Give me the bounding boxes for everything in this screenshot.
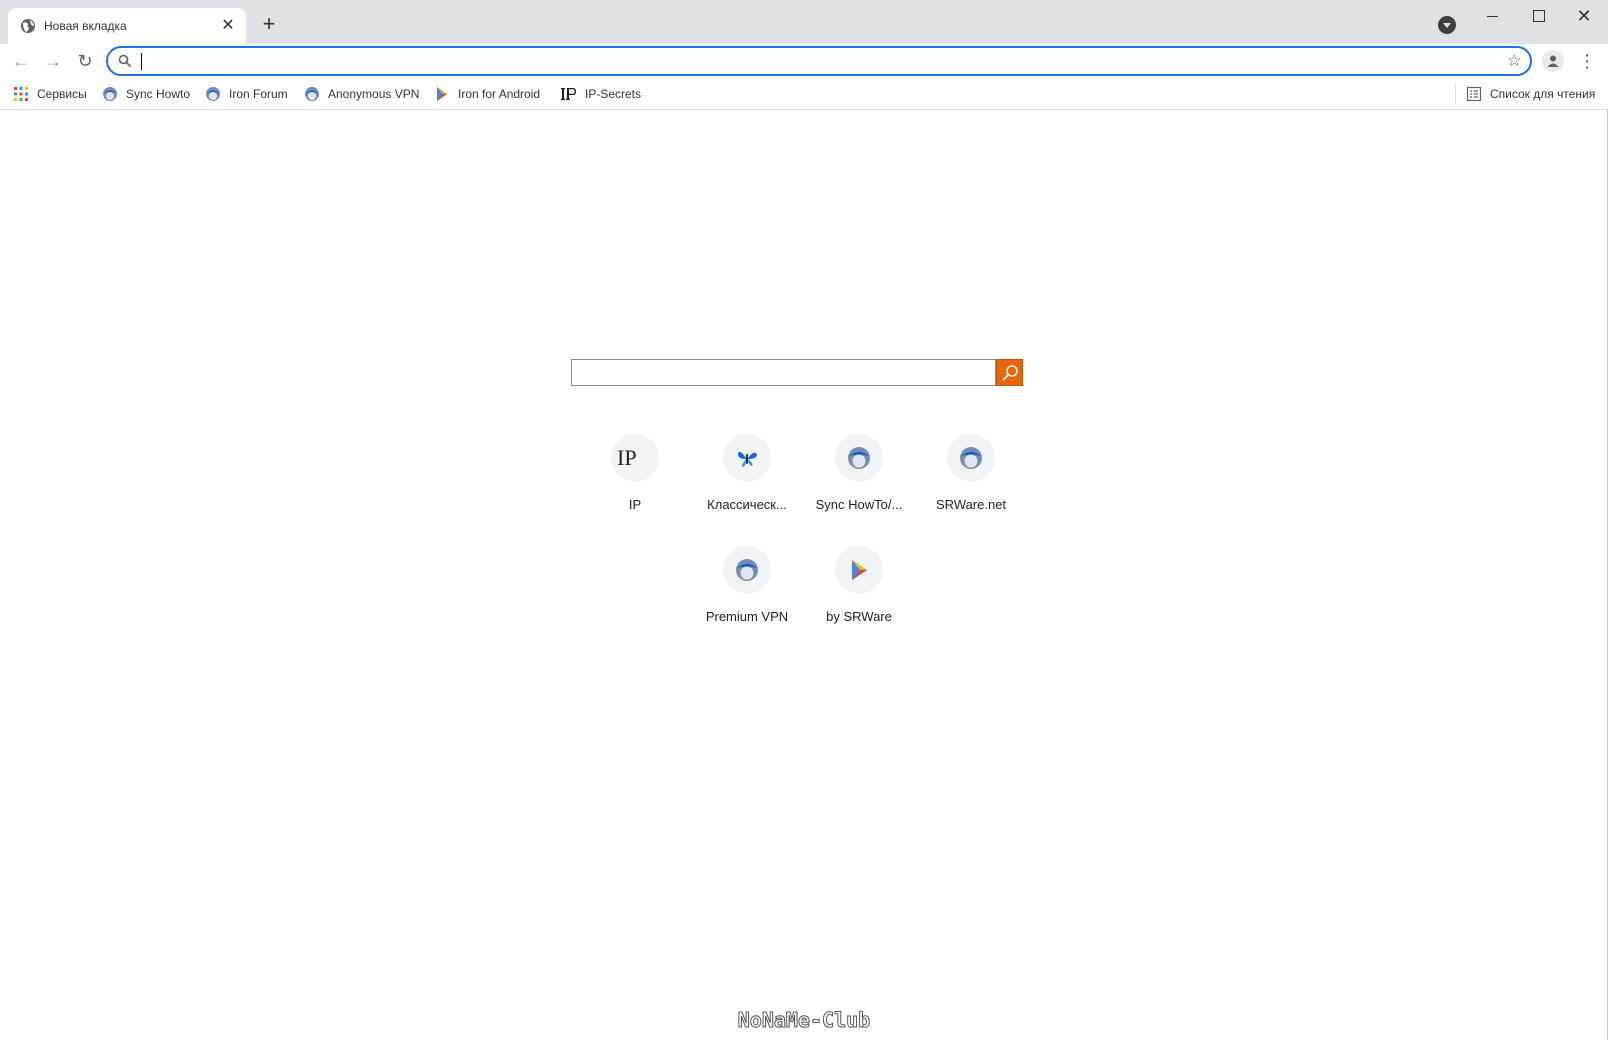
forward-button[interactable]: → [40,48,66,74]
globe-icon [103,87,117,101]
page-search-input[interactable] [571,359,996,386]
shortcut-icon-circle: IP [611,434,659,482]
bookmark-label: IP-Secrets [585,87,642,101]
bookmark-sync-howto[interactable]: Sync Howto [102,86,190,102]
play-store-icon [852,560,867,580]
shortcut-tile-classic[interactable]: Классическ... [691,434,803,530]
globe-icon [21,19,35,33]
bookmark-ip-secrets[interactable]: IP-Secrets [561,86,641,102]
apps-grid-icon [14,87,28,101]
shortcut-tile-srware[interactable]: SRWare.net [915,434,1027,530]
shortcut-label: by SRWare [826,609,892,624]
shortcut-label: Классическ... [707,497,787,512]
globe-icon [736,559,758,581]
bookmark-label: Anonymous VPN [328,87,420,101]
tab-new-tab[interactable]: Новая вкладка ✕ [8,8,246,44]
profile-avatar[interactable] [1542,50,1564,72]
bookmark-services[interactable]: Сервисы [13,86,87,102]
window-close-button[interactable]: ✕ [1564,4,1604,28]
toolbar: ← → ↻ ☆ ⋮ [0,44,1608,78]
watermark: NoNaMe-Club [737,1008,871,1033]
globe-icon [960,447,982,469]
ip-icon [561,88,576,100]
shortcut-tile-premium-vpn[interactable]: Premium VPN [691,546,803,642]
tab-strip: Новая вкладка ✕ + ✕ [0,0,1608,44]
reading-list-icon [1466,86,1482,102]
butterfly-icon [738,451,757,467]
bookmark-iron-forum[interactable]: Iron Forum [205,86,288,102]
bookmark-iron-for-android[interactable]: Iron for Android [434,86,540,102]
bookmark-label: Iron Forum [229,87,288,101]
bookmark-label: Sync Howto [126,87,191,101]
shortcut-icon-circle [723,546,771,594]
page-search [571,359,1023,386]
omnibox[interactable]: ☆ [106,46,1532,76]
omnibox-input[interactable] [140,52,1480,70]
shortcut-icon-circle [835,546,883,594]
maximize-button[interactable] [1518,4,1558,28]
new-tab-button[interactable]: + [258,13,280,36]
bookmark-anonymous-vpn[interactable]: Anonymous VPN [304,86,419,102]
browser-window: Новая вкладка ✕ + ✕ ← → ↻ ☆ ⋮ Сервисы Sy… [0,0,1608,1040]
reading-list-button[interactable]: Список для чтения [1466,86,1595,102]
reading-list-label: Список для чтения [1490,87,1596,101]
shortcut-label: SRWare.net [935,497,1007,512]
search-icon [1002,365,1018,381]
tab-close-icon[interactable]: ✕ [218,16,238,36]
bookmarks-bar: Сервисы Sync Howto Iron Forum Anonymous … [0,78,1608,110]
shortcut-icon-circle [947,434,995,482]
bookmark-label: Сервисы [37,87,87,101]
shortcut-icon-circle [835,434,883,482]
bookmark-label: Iron for Android [458,87,541,101]
shortcut-tile-sync-howto[interactable]: Sync HowTo/... [803,434,915,530]
ip-icon: IP [617,445,637,470]
reload-button[interactable]: ↻ [72,48,98,74]
bookmarks-separator [1455,84,1456,104]
globe-icon [848,447,870,469]
shortcut-label: IP [628,497,642,512]
menu-kebab-icon[interactable]: ⋮ [1578,48,1596,74]
text-caret [141,53,142,70]
shortcut-tile-by-srware[interactable]: by SRWare [803,546,915,642]
shortcut-label: Premium VPN [705,609,789,624]
search-icon [118,54,132,68]
tab-title: Новая вкладка [44,19,127,33]
minimize-button[interactable] [1472,4,1512,28]
shortcut-icon-circle [723,434,771,482]
bookmark-star-icon[interactable]: ☆ [1507,51,1522,71]
globe-icon [206,87,220,101]
person-icon [1547,55,1559,67]
tab-search-icon[interactable] [1438,16,1456,34]
globe-icon [305,87,319,101]
play-store-icon [437,87,447,101]
shortcut-tile-ip[interactable]: IP IP [579,434,691,530]
back-button[interactable]: ← [8,48,34,74]
shortcut-label: Sync HowTo/... [815,497,903,512]
page-search-button[interactable] [996,359,1023,386]
